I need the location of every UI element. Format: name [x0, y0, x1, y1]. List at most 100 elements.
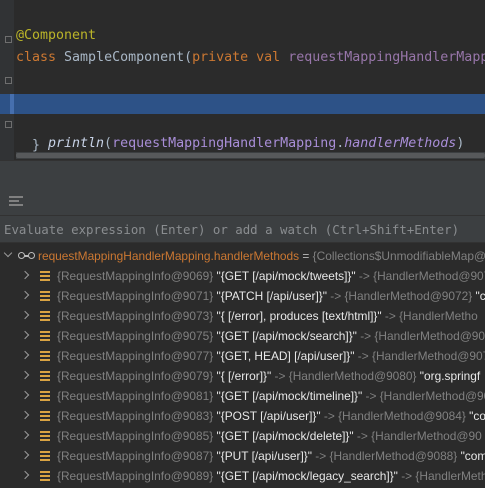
- open-paren: (: [104, 136, 113, 151]
- entry-string: "{POST [/api/user]}": [213, 409, 321, 423]
- expand-chevron-icon[interactable]: [20, 390, 30, 400]
- code-editor[interactable]: @Component class SampleComponent(private…: [0, 0, 485, 160]
- entry-arrow-value: -> {HandlerMethod@907: [354, 349, 485, 363]
- evaluate-expression-input[interactable]: [0, 216, 485, 242]
- entry-key: {RequestMappingInfo@9089}: [57, 469, 214, 483]
- entry-key: {RequestMappingInfo@9083}: [57, 409, 214, 423]
- entry-arrow-value: -> {HandlerMethod@9088}: [311, 449, 458, 463]
- code-line-4[interactable]: init {: [0, 72, 485, 109]
- map-entry-icon: [40, 271, 50, 281]
- class-name: SampleComponent(: [56, 50, 193, 65]
- entry-arrow-value: -> {HandlerMethod@90: [356, 329, 485, 343]
- expand-chevron-icon[interactable]: [20, 410, 30, 420]
- map-entry-icon: [40, 451, 50, 461]
- entry-key: {RequestMappingInfo@9079}: [57, 369, 214, 383]
- expand-chevron-icon[interactable]: [20, 310, 30, 320]
- expand-chevron-icon[interactable]: [20, 330, 30, 340]
- debugger-toolbar: [0, 186, 485, 216]
- map-entry-row[interactable]: {RequestMappingInfo@9071} "{PATCH [/api/…: [0, 286, 485, 306]
- entry-arrow-value: -> {HandlerMethod@90: [353, 429, 482, 443]
- entry-string: "{GET [/api/mock/tweets]}": [213, 269, 356, 283]
- map-entry-icon: [40, 431, 50, 441]
- entry-tail: "co: [465, 409, 485, 423]
- entry-key: {RequestMappingInfo@9069}: [57, 269, 214, 283]
- entry-arrow-value: -> {HandlerMethod@9080}: [271, 369, 417, 383]
- map-entry-row[interactable]: {RequestMappingInfo@9087} "{PUT [/api/us…: [0, 446, 485, 466]
- entry-arrow-value: -> {HandlerMethod@9072}: [326, 289, 473, 303]
- map-entry-row[interactable]: {RequestMappingInfo@9089} "{GET [/api/mo…: [0, 466, 485, 486]
- keyword-class: class: [16, 50, 57, 65]
- map-entry-row[interactable]: {RequestMappingInfo@9079} "{ [/error]}" …: [0, 366, 485, 386]
- code-line-2[interactable]: class SampleComponent(private val reques…: [0, 28, 485, 65]
- map-entry-icon: [40, 351, 50, 361]
- entry-key: {RequestMappingInfo@9085}: [57, 429, 214, 443]
- map-entry-icon: [40, 471, 50, 481]
- entry-key: {RequestMappingInfo@9081}: [57, 389, 214, 403]
- equals-sign: =: [299, 249, 313, 263]
- scrollbar-thumb[interactable]: [16, 153, 485, 158]
- expand-chevron-icon[interactable]: [20, 270, 30, 280]
- entry-arrow-value: -> {HandlerMeth: [397, 469, 485, 483]
- entry-arrow-value: -> {HandlerMetho: [381, 309, 478, 323]
- println-call: println: [48, 136, 105, 151]
- expand-chevron-icon[interactable]: [20, 470, 30, 480]
- entry-string: "{ [/error], produces [text/html]}": [213, 309, 382, 323]
- watch-root-row[interactable]: requestMappingHandlerMapping.handlerMeth…: [0, 246, 485, 266]
- map-entry-icon: [40, 371, 50, 381]
- collapse-chevron-icon[interactable]: [3, 248, 13, 258]
- close-paren: ): [456, 136, 465, 151]
- map-entry-row[interactable]: {RequestMappingInfo@9075} "{GET [/api/mo…: [0, 326, 485, 346]
- constructor-param: requestMappingHandlerMapp: [280, 50, 485, 65]
- entry-tail: "com: [457, 449, 485, 463]
- watch-name: requestMappingHandlerMapping.handlerMeth…: [38, 249, 300, 263]
- code-line-1[interactable]: @Component: [0, 6, 485, 43]
- expand-chevron-icon[interactable]: [20, 450, 30, 460]
- map-entry-row[interactable]: {RequestMappingInfo@9069} "{GET [/api/mo…: [0, 266, 485, 286]
- watch-value: {Collections$UnmodifiableMap@: [312, 249, 485, 263]
- entry-key: {RequestMappingInfo@9075}: [57, 329, 214, 343]
- entry-string: "{ [/error]}": [213, 369, 272, 383]
- map-entry-icon: [40, 291, 50, 301]
- code-line-6[interactable]: }: [0, 116, 485, 153]
- code-line-5-breakpoint-highlight[interactable]: println(requestMappingHandlerMapping.han…: [0, 94, 485, 151]
- entry-arrow-value: -> {HandlerMethod@9084}: [320, 409, 466, 423]
- map-entry-row[interactable]: {RequestMappingInfo@9073} "{ [/error], p…: [0, 306, 485, 326]
- watch-glasses-icon: [18, 252, 36, 260]
- map-entry-icon: [40, 411, 50, 421]
- map-entry-row[interactable]: {RequestMappingInfo@9081} "{GET [/api/mo…: [0, 386, 485, 406]
- entry-key: {RequestMappingInfo@9087}: [57, 449, 214, 463]
- expand-chevron-icon[interactable]: [20, 430, 30, 440]
- map-entry-icon: [40, 331, 50, 341]
- layout-options-icon[interactable]: [9, 196, 23, 206]
- entry-tail: "c: [472, 289, 485, 303]
- entry-string: "{PATCH [/api/user]}": [213, 289, 327, 303]
- entry-string: "{GET, HEAD] [/api/user]}": [213, 349, 355, 363]
- expand-chevron-icon[interactable]: [20, 290, 30, 300]
- evaluate-bar: [0, 216, 485, 243]
- entry-tail: "org.springf: [416, 369, 481, 383]
- editor-horizontal-scrollbar[interactable]: [16, 152, 485, 159]
- map-entry-row[interactable]: {RequestMappingInfo@9083} "{POST [/api/u…: [0, 406, 485, 426]
- panel-divider[interactable]: [0, 160, 485, 186]
- entry-key: {RequestMappingInfo@9073}: [57, 309, 214, 323]
- variables-tree[interactable]: requestMappingHandlerMapping.handlerMeth…: [0, 244, 485, 488]
- entry-key: {RequestMappingInfo@9077}: [57, 349, 214, 363]
- entry-arrow-value: -> {HandlerMethod@90: [362, 389, 485, 403]
- map-entry-icon: [40, 391, 50, 401]
- entry-string: "{PUT [/api/user]}": [213, 449, 312, 463]
- entry-string: "{GET [/api/mock/delete]}": [213, 429, 354, 443]
- map-entry-row[interactable]: {RequestMappingInfo@9085} "{GET [/api/mo…: [0, 426, 485, 446]
- entry-key: {RequestMappingInfo@9071}: [57, 289, 214, 303]
- map-entry-icon: [40, 311, 50, 321]
- entry-string: "{GET [/api/mock/search]}": [213, 329, 357, 343]
- close-brace: }: [32, 138, 41, 153]
- handler-methods-prop: handlerMethods: [344, 136, 457, 151]
- expand-chevron-icon[interactable]: [20, 370, 30, 380]
- keyword-private-val: private val: [192, 50, 281, 65]
- map-entry-row[interactable]: {RequestMappingInfo@9077} "{GET, HEAD] […: [0, 346, 485, 366]
- entry-arrow-value: -> {HandlerMethod@907: [355, 269, 485, 283]
- expand-chevron-icon[interactable]: [20, 350, 30, 360]
- mapping-object: requestMappingHandlerMapping: [112, 136, 337, 151]
- current-line-marker: [10, 94, 14, 114]
- entry-string: "{GET [/api/mock/timeline]}": [213, 389, 363, 403]
